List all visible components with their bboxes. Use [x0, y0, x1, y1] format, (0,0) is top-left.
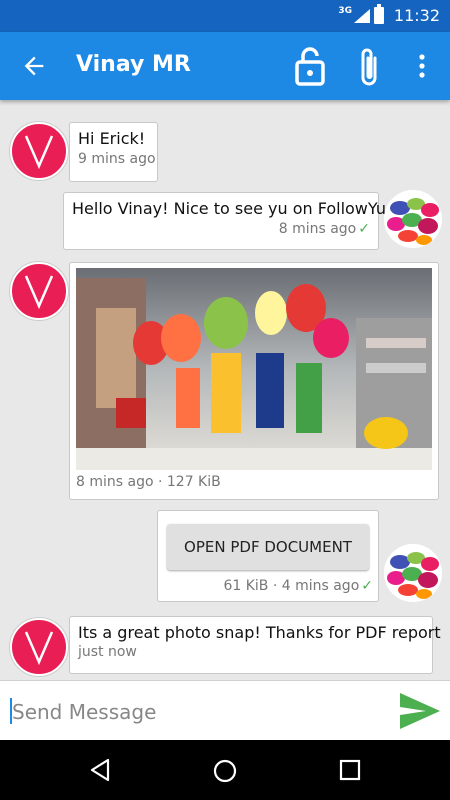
message-input[interactable]	[12, 699, 372, 725]
more-vertical-icon[interactable]	[410, 50, 434, 82]
nav-recent-icon[interactable]	[338, 758, 362, 782]
arrow-back-icon[interactable]	[20, 52, 48, 80]
message-text: Hello Vinay! Nice to see yu on FollowYu	[72, 199, 386, 218]
message-timestamp: 8 mins ago	[278, 221, 357, 237]
message-bubble[interactable]: Hello Vinay! Nice to see yu on FollowYu …	[63, 192, 386, 250]
battery-icon	[374, 4, 384, 24]
message-text: Hi Erick!	[78, 129, 146, 148]
message-timestamp: 9 mins ago	[78, 151, 156, 167]
message-timestamp: just now	[78, 644, 137, 660]
letter-v-avatar-icon	[24, 135, 54, 170]
send-icon[interactable]	[398, 691, 442, 731]
color-powder-avatar-icon	[384, 544, 442, 602]
user-avatar[interactable]	[384, 190, 442, 248]
status-time: 11:32	[393, 6, 440, 25]
contact-avatar[interactable]	[10, 122, 68, 180]
chat-title: Vinay MR	[76, 52, 191, 77]
message-timestamp: 61 KiB · 4 mins ago	[223, 578, 360, 594]
signal-icon	[354, 9, 370, 23]
message-timestamp: 8 mins ago · 127 KiB	[76, 474, 221, 490]
user-avatar[interactable]	[384, 544, 442, 602]
network-type: 3G	[338, 6, 352, 16]
message-bubble[interactable]: Hi Erick! 9 mins ago	[69, 122, 158, 182]
message-meta: 8 mins ago ✓	[72, 221, 370, 237]
contact-avatar[interactable]	[10, 618, 68, 676]
letter-v-avatar-icon	[24, 631, 54, 666]
mannequin-photo-image	[76, 268, 432, 470]
shared-photo[interactable]	[76, 268, 432, 470]
read-check-icon: ✓	[358, 221, 370, 237]
paperclip-icon[interactable]	[355, 46, 385, 88]
nav-back-icon[interactable]	[88, 758, 112, 782]
letter-v-avatar-icon	[24, 275, 54, 310]
unlock-icon[interactable]	[294, 46, 326, 86]
nav-home-icon[interactable]	[212, 758, 238, 784]
message-text: Its a great photo snap! Thanks for PDF r…	[78, 623, 441, 642]
message-composer	[0, 680, 450, 740]
contact-avatar[interactable]	[10, 262, 68, 320]
app-bar: Vinay MR	[0, 32, 450, 100]
open-pdf-button[interactable]: OPEN PDF DOCUMENT	[167, 524, 369, 570]
message-meta: 61 KiB · 4 mins ago ✓	[157, 578, 373, 594]
status-bar: 3G 11:32	[0, 0, 450, 32]
read-check-icon: ✓	[361, 578, 373, 594]
system-nav-bar	[0, 740, 450, 800]
message-bubble[interactable]: Its a great photo snap! Thanks for PDF r…	[69, 616, 441, 674]
color-powder-avatar-icon	[384, 190, 442, 248]
